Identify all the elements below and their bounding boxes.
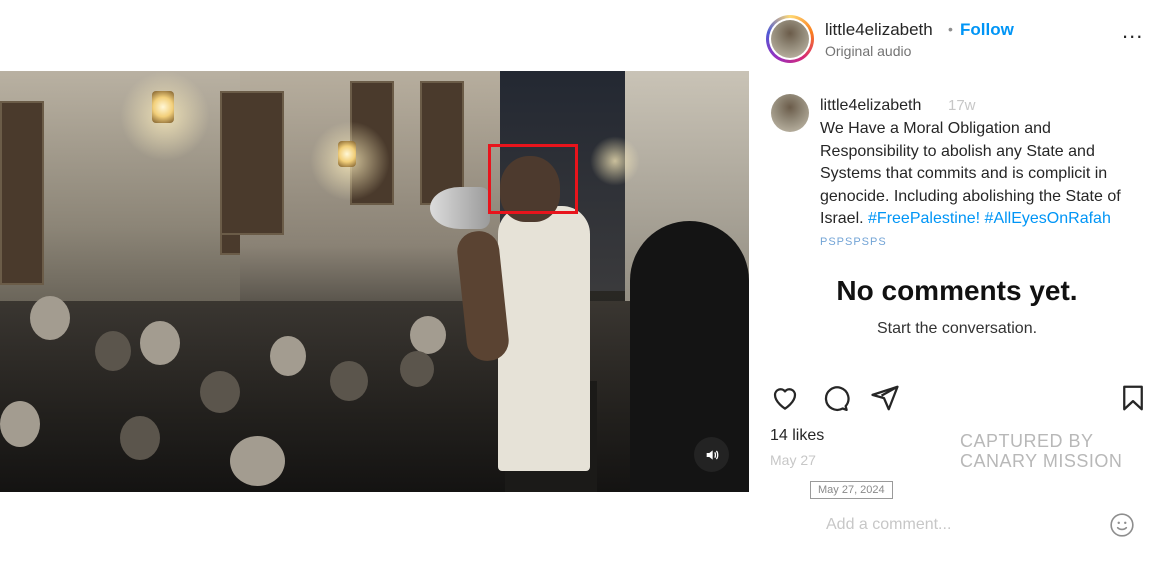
no-comments-title: No comments yet. <box>836 275 1078 306</box>
watermark-line: CANARY MISSION <box>960 451 1123 471</box>
highlight-box <box>488 144 578 214</box>
follow-button[interactable]: Follow <box>960 20 1014 40</box>
lamp-glow <box>590 136 640 186</box>
profile-avatar[interactable] <box>766 15 814 63</box>
like-button[interactable] <box>770 383 800 413</box>
window <box>0 101 44 285</box>
comment-button[interactable] <box>820 383 850 413</box>
emoji-button[interactable] <box>1109 512 1135 538</box>
hashtag-link[interactable]: #AllEyesOnRafah <box>985 210 1111 227</box>
crowd-head <box>120 416 160 460</box>
heart-icon <box>773 388 797 410</box>
username-link[interactable]: little4elizabeth <box>825 20 933 40</box>
post-date[interactable]: May 27 <box>770 452 816 468</box>
crowd-head <box>200 371 240 413</box>
save-button[interactable] <box>1118 383 1148 413</box>
lamp <box>338 141 356 167</box>
crowd-head <box>270 336 306 376</box>
caption-timestamp: 17w <box>948 97 976 114</box>
caption-avatar[interactable] <box>771 94 809 132</box>
avatar-border <box>769 18 811 60</box>
crowd-head <box>140 321 180 365</box>
megaphone <box>430 187 490 229</box>
bookmark-icon <box>1123 385 1143 411</box>
post-video[interactable] <box>0 71 749 492</box>
crowd-head <box>0 401 40 447</box>
no-comments-subtitle: Start the conversation. <box>876 320 1038 337</box>
hashtag-link[interactable]: #FreePalestine! <box>868 210 980 227</box>
crowd-head <box>330 361 368 401</box>
speaker-body <box>498 206 590 471</box>
comment-input[interactable]: Add a comment... <box>826 516 951 534</box>
speaker-icon <box>706 449 718 460</box>
caption-tags[interactable]: PSPSPSPS <box>820 236 887 248</box>
avatar-image <box>771 20 809 58</box>
date-tooltip: May 27, 2024 <box>810 481 893 499</box>
share-button[interactable] <box>870 383 900 413</box>
crowd-head <box>400 351 434 387</box>
caption-username[interactable]: little4elizabeth <box>820 97 921 115</box>
share-icon <box>871 385 899 411</box>
separator-dot: • <box>948 21 953 37</box>
caption-text: We Have a Moral Obligation and Responsib… <box>820 118 1150 231</box>
audio-label[interactable]: Original audio <box>825 43 911 59</box>
crowd-head <box>410 316 446 354</box>
lamp <box>152 91 174 123</box>
crowd-head <box>95 331 131 371</box>
emoji-icon <box>1110 513 1134 537</box>
comment-icon <box>824 386 850 411</box>
crowd-head <box>230 436 285 486</box>
watermark: CAPTURED BY CANARY MISSION <box>960 431 1122 471</box>
likes-count[interactable]: 14 likes <box>770 427 824 445</box>
person-foreground-right <box>630 221 749 492</box>
window <box>220 91 284 235</box>
crowd-head <box>30 296 70 340</box>
more-options-button[interactable]: ... <box>1122 20 1143 42</box>
watermark-line: CAPTURED BY <box>960 431 1094 451</box>
sound-button[interactable] <box>694 437 729 472</box>
